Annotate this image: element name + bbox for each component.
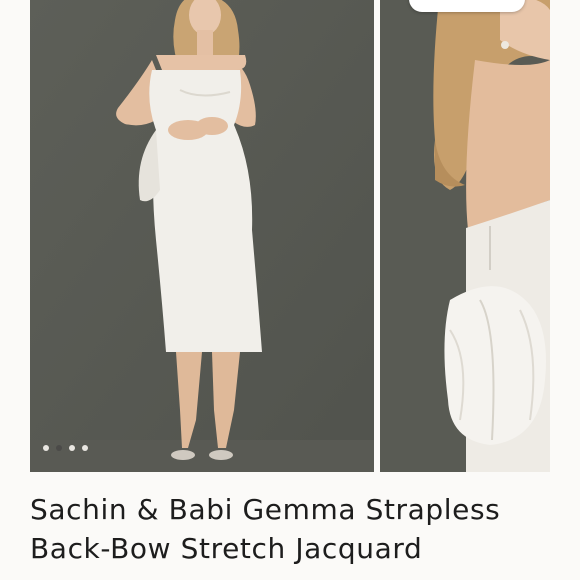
back-photo xyxy=(380,0,550,472)
front-photo xyxy=(30,0,374,472)
carousel-pagination[interactable] xyxy=(43,445,88,451)
floating-badge[interactable] xyxy=(409,0,525,12)
pagination-dot[interactable] xyxy=(82,445,88,451)
product-image-carousel[interactable] xyxy=(0,0,580,472)
product-image-front[interactable] xyxy=(30,0,374,472)
pagination-dot[interactable] xyxy=(69,445,75,451)
product-image-back[interactable] xyxy=(380,0,550,472)
product-title: Sachin & Babi Gemma Strapless Back-Bow S… xyxy=(30,493,501,565)
pagination-dot-active[interactable] xyxy=(56,445,62,451)
pagination-dot[interactable] xyxy=(43,445,49,451)
